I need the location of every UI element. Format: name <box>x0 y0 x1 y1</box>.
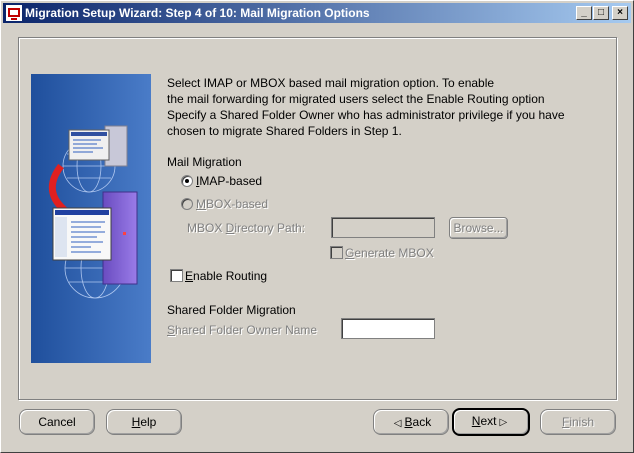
maximize-button[interactable]: □ <box>593 6 609 20</box>
close-button[interactable]: × <box>612 6 628 20</box>
browse-button[interactable]: Browse... <box>449 217 508 239</box>
imap-label[interactable]: IMAP-based <box>196 174 262 188</box>
description-line: Select IMAP or MBOX based mail migration… <box>167 76 495 90</box>
close-icon: × <box>617 7 623 18</box>
minimize-icon: _ <box>581 7 587 18</box>
migration-illustration <box>31 74 151 363</box>
description-line: chosen to migrate Shared Folders in Step… <box>167 124 402 138</box>
maximize-icon: □ <box>597 7 605 18</box>
wizard-window: Migration Setup Wizard: Step 4 of 10: Ma… <box>0 0 634 453</box>
enable-routing-checkbox[interactable] <box>170 269 183 282</box>
minimize-button[interactable]: _ <box>576 6 592 20</box>
back-button[interactable]: ◁ Back <box>373 409 449 435</box>
description-line: Specify a Shared Folder Owner who has ad… <box>167 108 565 122</box>
shared-folder-heading: Shared Folder Migration <box>167 303 296 317</box>
back-arrow-icon: ◁ <box>393 418 402 429</box>
mbox-directory-input[interactable] <box>331 217 435 238</box>
shared-folder-owner-label: Shared Folder Owner Name <box>167 323 318 337</box>
title-bar[interactable]: Migration Setup Wizard: Step 4 of 10: Ma… <box>3 3 631 23</box>
generate-mbox-label[interactable]: Generate MBOX <box>345 246 434 260</box>
shared-folder-owner-input[interactable] <box>341 318 435 339</box>
next-arrow-icon: ▷ <box>499 417 508 428</box>
mail-migration-heading: Mail Migration <box>167 155 242 169</box>
app-icon <box>6 5 22 21</box>
window-title: Migration Setup Wizard: Step 4 of 10: Ma… <box>25 6 370 20</box>
imap-radio[interactable] <box>181 175 193 187</box>
mbox-radio[interactable] <box>181 198 193 210</box>
description-text: Select IMAP or MBOX based mail migration… <box>167 75 587 139</box>
enable-routing-label[interactable]: Enable Routing <box>185 269 267 283</box>
mbox-directory-label: MBOX Directory Path: <box>187 221 306 235</box>
cancel-button[interactable]: Cancel <box>19 409 95 435</box>
generate-mbox-checkbox[interactable] <box>330 246 343 259</box>
finish-button[interactable]: Finish <box>540 409 616 435</box>
next-button[interactable]: Next ▷ <box>452 408 530 436</box>
description-line: the mail forwarding for migrated users s… <box>167 92 545 106</box>
radio-selected-dot <box>185 179 189 183</box>
help-button[interactable]: Help <box>106 409 182 435</box>
mbox-label[interactable]: MBOX-based <box>196 197 268 211</box>
